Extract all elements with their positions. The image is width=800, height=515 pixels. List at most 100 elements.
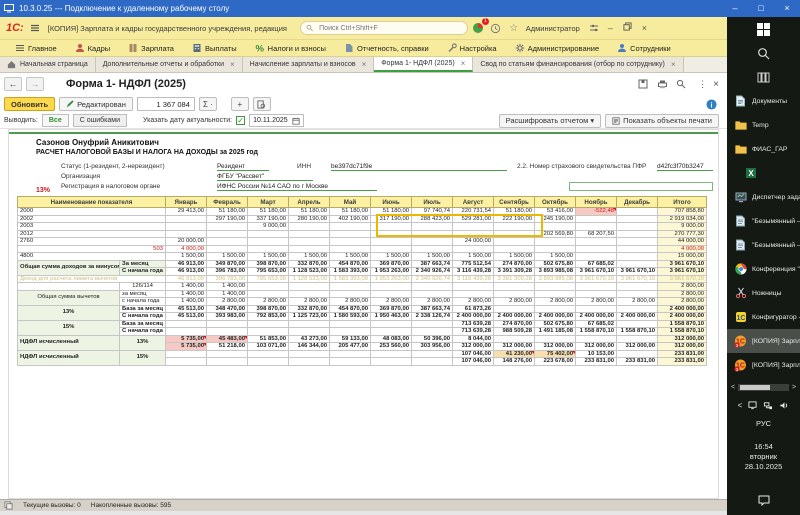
table-cell[interactable]: База за месяц	[118, 319, 167, 328]
taskbar-item-zup-copy-2[interactable]: 1С3 [КОПИЯ] Зарпл...	[727, 353, 800, 377]
table-cell[interactable]: 43 273,00	[288, 334, 331, 343]
table-cell[interactable]: 3 961 670,10	[616, 267, 659, 276]
table-cell[interactable]	[329, 229, 372, 238]
taskbar-item-configurator[interactable]: 1С Конфигуратор -...	[727, 305, 800, 329]
table-cell[interactable]: 1 580 593,00	[329, 312, 372, 321]
search-input[interactable]	[317, 23, 462, 33]
global-search[interactable]	[299, 21, 468, 35]
table-cell[interactable]: 3 961 670,10	[616, 274, 659, 283]
table-cell[interactable]: 205 477,00	[329, 342, 372, 351]
table-cell[interactable]: 253 560,00	[370, 342, 413, 351]
table-cell[interactable]: 3 116 439,28	[452, 267, 495, 276]
table-cell[interactable]	[534, 289, 577, 298]
table-cell[interactable]: 2 800,00	[616, 297, 659, 306]
table-cell[interactable]: 2012	[16, 229, 167, 238]
table-cell[interactable]: 2 919 034,00	[657, 214, 708, 223]
table-cell[interactable]: 3 961 670,10	[657, 259, 708, 268]
refresh-button[interactable]: Обновить	[4, 97, 56, 111]
table-cell[interactable]: 2 800,00	[575, 297, 618, 306]
table-cell[interactable]: 1 558 870,10	[616, 327, 659, 336]
table-cell[interactable]: 2 800,00	[493, 297, 536, 306]
table-cell[interactable]	[247, 349, 290, 358]
taskbar-item-fias-gar[interactable]: ФИАС_ГАР	[727, 137, 800, 161]
table-cell[interactable]: 2 800,00	[534, 297, 577, 306]
table-cell[interactable]: 795 653,00	[247, 267, 290, 276]
tab-forma-1ndfl[interactable]: Форма 1- НДФЛ (2025) ×	[374, 57, 474, 72]
table-cell[interactable]	[288, 349, 331, 358]
taskbar-scrollbar[interactable]: < >	[727, 381, 800, 393]
notifications-icon[interactable]: 1	[470, 18, 489, 36]
table-cell[interactable]	[493, 282, 536, 291]
table-cell[interactable]: 148 276,00	[493, 357, 536, 366]
table-cell[interactable]	[411, 289, 454, 298]
table-cell[interactable]	[206, 237, 249, 246]
table-cell[interactable]: 46 913,00	[165, 267, 208, 276]
table-cell[interactable]: 795 653,00	[247, 274, 290, 283]
table-cell[interactable]: 1 583 393,00	[329, 274, 372, 283]
table-cell[interactable]	[288, 237, 331, 246]
taskbar-item-snipping[interactable]: Ножницы	[727, 281, 800, 305]
table-cell[interactable]	[411, 349, 454, 358]
table-cell[interactable]	[616, 237, 659, 246]
app-minimize-button[interactable]: –	[602, 17, 619, 39]
table-cell[interactable]: 2000	[16, 207, 167, 216]
table-cell[interactable]: 13%	[17, 304, 120, 321]
table-cell[interactable]	[411, 222, 454, 231]
table-cell[interactable]: 1 558 870,10	[657, 319, 708, 328]
table-cell[interactable]	[616, 289, 659, 298]
table-cell[interactable]: 3 961 670,10	[575, 267, 618, 276]
table-cell[interactable]: 10 153,00	[575, 349, 618, 358]
table-cell[interactable]: 2 800,00	[411, 297, 454, 306]
scroll-left-arrow[interactable]: <	[729, 384, 737, 391]
table-cell[interactable]: 2 800,00	[329, 297, 372, 306]
table-cell[interactable]	[370, 327, 413, 336]
table-cell[interactable]	[288, 327, 331, 336]
table-cell[interactable]: 396 783,00	[206, 274, 249, 283]
table-cell[interactable]: 502 675,80	[534, 259, 577, 268]
table-cell[interactable]: 297 190,00	[206, 214, 249, 223]
table-cell[interactable]: 15 000,00	[657, 252, 708, 261]
table-cell[interactable]: 1 500,00	[247, 252, 290, 261]
table-cell[interactable]: 3 116 439,28	[452, 274, 495, 283]
table-cell[interactable]: 1 583 393,00	[329, 267, 372, 276]
table-cell[interactable]: 1 500,00	[493, 252, 536, 261]
table-cell[interactable]: 2 400 000,00	[534, 312, 577, 321]
table-cell[interactable]: 51 853,00	[247, 334, 290, 343]
table-cell[interactable]	[329, 349, 372, 358]
table-cell[interactable]: 1 400,00	[206, 282, 249, 291]
show-print-objects-button[interactable]: Показать объекты печати	[605, 113, 719, 128]
table-cell[interactable]	[165, 229, 208, 238]
table-cell[interactable]	[616, 229, 659, 238]
table-cell[interactable]: 2003	[16, 222, 167, 231]
table-cell[interactable]: 45 513,00	[165, 312, 208, 321]
table-cell[interactable]	[616, 244, 659, 253]
volume-icon[interactable]	[779, 401, 789, 410]
menu-item-sotrudniki[interactable]: Сотрудники	[610, 41, 678, 56]
table-cell[interactable]: 1 500,00	[534, 252, 577, 261]
table-cell[interactable]: 337 190,00	[247, 214, 290, 223]
clock[interactable]: 16:54 вторник 28.10.2025	[727, 442, 800, 472]
table-cell[interactable]: 15%	[17, 319, 120, 336]
table-cell[interactable]	[370, 237, 413, 246]
table-cell[interactable]: 369 870,00	[370, 259, 413, 268]
table-cell[interactable]: 1 558 870,10	[575, 327, 618, 336]
table-cell[interactable]	[247, 327, 290, 336]
current-user[interactable]: Администратор	[526, 24, 580, 33]
back-button[interactable]: ←	[4, 77, 22, 91]
find-in-report-icon[interactable]	[252, 97, 271, 111]
table-cell[interactable]: 1 500,00	[206, 252, 249, 261]
table-cell[interactable]: 233 831,00	[616, 357, 659, 366]
table-cell[interactable]: 1 125 723,00	[288, 312, 331, 321]
table-cell[interactable]	[206, 357, 249, 366]
table-cell[interactable]: 312 000,00	[657, 334, 708, 343]
table-cell[interactable]: 2002	[16, 214, 167, 223]
table-cell[interactable]	[575, 282, 618, 291]
table-cell[interactable]: С начала года	[118, 312, 167, 321]
table-cell[interactable]: 1 950 463,00	[370, 312, 413, 321]
table-cell[interactable]	[247, 237, 290, 246]
table-cell[interactable]: 3 961 670,10	[657, 267, 708, 276]
table-cell[interactable]: 398 870,00	[247, 259, 290, 268]
table-cell[interactable]: 51 218,00	[206, 342, 249, 351]
table-cell[interactable]: 332 870,00	[288, 304, 331, 313]
table-cell[interactable]	[247, 229, 290, 238]
